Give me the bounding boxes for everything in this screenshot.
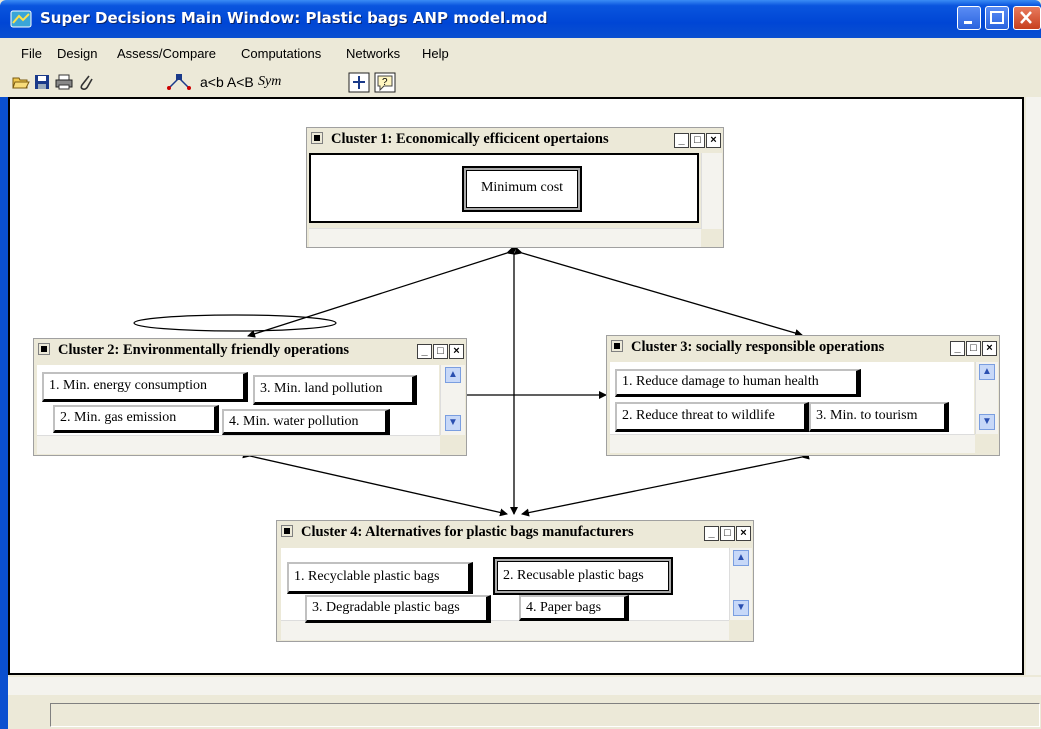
- close-icon[interactable]: ×: [736, 526, 751, 541]
- status-bar: [8, 697, 1041, 729]
- cluster-menu-icon[interactable]: [611, 340, 623, 352]
- cluster-2-window[interactable]: Cluster 2: Environmentally friendly oper…: [33, 338, 467, 456]
- cluster-4-window[interactable]: Cluster 4: Alternatives for plastic bags…: [276, 520, 754, 642]
- link-c3-c4: [521, 451, 810, 517]
- cluster-title: Cluster 3: socially responsible operatio…: [631, 339, 885, 355]
- maximize-icon[interactable]: □: [966, 341, 981, 356]
- node-paper-bags[interactable]: 4. Paper bags: [519, 595, 629, 621]
- status-field: [50, 703, 1040, 727]
- cluster-scrollbar-v[interactable]: [701, 153, 722, 229]
- minimize-icon[interactable]: _: [704, 526, 719, 541]
- close-icon[interactable]: ×: [449, 344, 464, 359]
- cluster-scrollbar-h[interactable]: [37, 435, 440, 454]
- cluster-title: Cluster 1: Economically efficicent opert…: [331, 131, 609, 147]
- link-c2-c4: [242, 450, 508, 517]
- maximize-icon[interactable]: □: [433, 344, 448, 359]
- cluster-title-bar: Cluster 1: Economically efficicent opert…: [307, 128, 723, 150]
- maximize-icon[interactable]: □: [720, 526, 735, 541]
- node-min-energy-consumption[interactable]: 1. Min. energy consumption: [42, 372, 248, 402]
- link-c1-c3: [514, 247, 803, 337]
- scroll-up-icon[interactable]: ▲: [733, 550, 749, 566]
- node-reduce-threat-wildlife[interactable]: 2. Reduce threat to wildlife: [615, 402, 809, 432]
- cluster-title-bar: Cluster 2: Environmentally friendly oper…: [34, 339, 466, 361]
- node-min-gas-emission[interactable]: 2. Min. gas emission: [53, 405, 219, 433]
- minimize-icon[interactable]: _: [674, 133, 689, 148]
- main-scrollbar-v[interactable]: [1026, 97, 1041, 675]
- node-degradable-plastic-bags[interactable]: 3. Degradable plastic bags: [305, 595, 491, 623]
- cluster-menu-icon[interactable]: [311, 132, 323, 144]
- self-loop-c2: [133, 314, 337, 332]
- node-min-water-pollution[interactable]: 4. Min. water pollution: [222, 409, 390, 435]
- scroll-down-icon[interactable]: ▼: [733, 600, 749, 616]
- link-c1-c2: [247, 247, 515, 338]
- cluster-scrollbar-v[interactable]: ▲ ▼: [729, 548, 752, 620]
- cluster-menu-icon[interactable]: [281, 525, 293, 537]
- node-min-land-pollution[interactable]: 3. Min. land pollution: [253, 375, 417, 405]
- minimize-icon[interactable]: _: [417, 344, 432, 359]
- cluster-title-bar: Cluster 4: Alternatives for plastic bags…: [277, 521, 753, 543]
- cluster-scrollbar-v[interactable]: ▲ ▼: [440, 365, 465, 435]
- close-icon[interactable]: ×: [982, 341, 997, 356]
- cluster-3-window[interactable]: Cluster 3: socially responsible operatio…: [606, 335, 1000, 456]
- cluster-scrollbar-h[interactable]: [309, 228, 701, 247]
- maximize-icon[interactable]: □: [690, 133, 705, 148]
- cluster-menu-icon[interactable]: [38, 343, 50, 355]
- node-recyclable-plastic-bags[interactable]: 1. Recyclable plastic bags: [287, 562, 473, 594]
- node-recusable-plastic-bags[interactable]: 2. Recusable plastic bags: [493, 557, 673, 595]
- cluster-scrollbar-h[interactable]: [281, 620, 729, 640]
- cluster-scrollbar-h[interactable]: [610, 434, 975, 453]
- node-minimum-cost[interactable]: Minimum cost: [462, 166, 582, 212]
- scroll-up-icon[interactable]: ▲: [445, 367, 461, 383]
- scroll-down-icon[interactable]: ▼: [445, 415, 461, 431]
- node-min-to-tourism[interactable]: 3. Min. to tourism: [809, 402, 949, 432]
- node-reduce-damage-human-health[interactable]: 1. Reduce damage to human health: [615, 369, 861, 397]
- cluster-title: Cluster 4: Alternatives for plastic bags…: [301, 524, 634, 540]
- scroll-down-icon[interactable]: ▼: [979, 414, 995, 430]
- cluster-title-bar: Cluster 3: socially responsible operatio…: [607, 336, 999, 358]
- cluster-1-window[interactable]: Cluster 1: Economically efficicent opert…: [306, 127, 724, 248]
- minimize-icon[interactable]: _: [950, 341, 965, 356]
- close-icon[interactable]: ×: [706, 133, 721, 148]
- cluster-title: Cluster 2: Environmentally friendly oper…: [58, 342, 350, 358]
- main-scrollbar-h[interactable]: [8, 677, 1041, 695]
- cluster-scrollbar-v[interactable]: ▲ ▼: [975, 362, 998, 434]
- scroll-up-icon[interactable]: ▲: [979, 364, 995, 380]
